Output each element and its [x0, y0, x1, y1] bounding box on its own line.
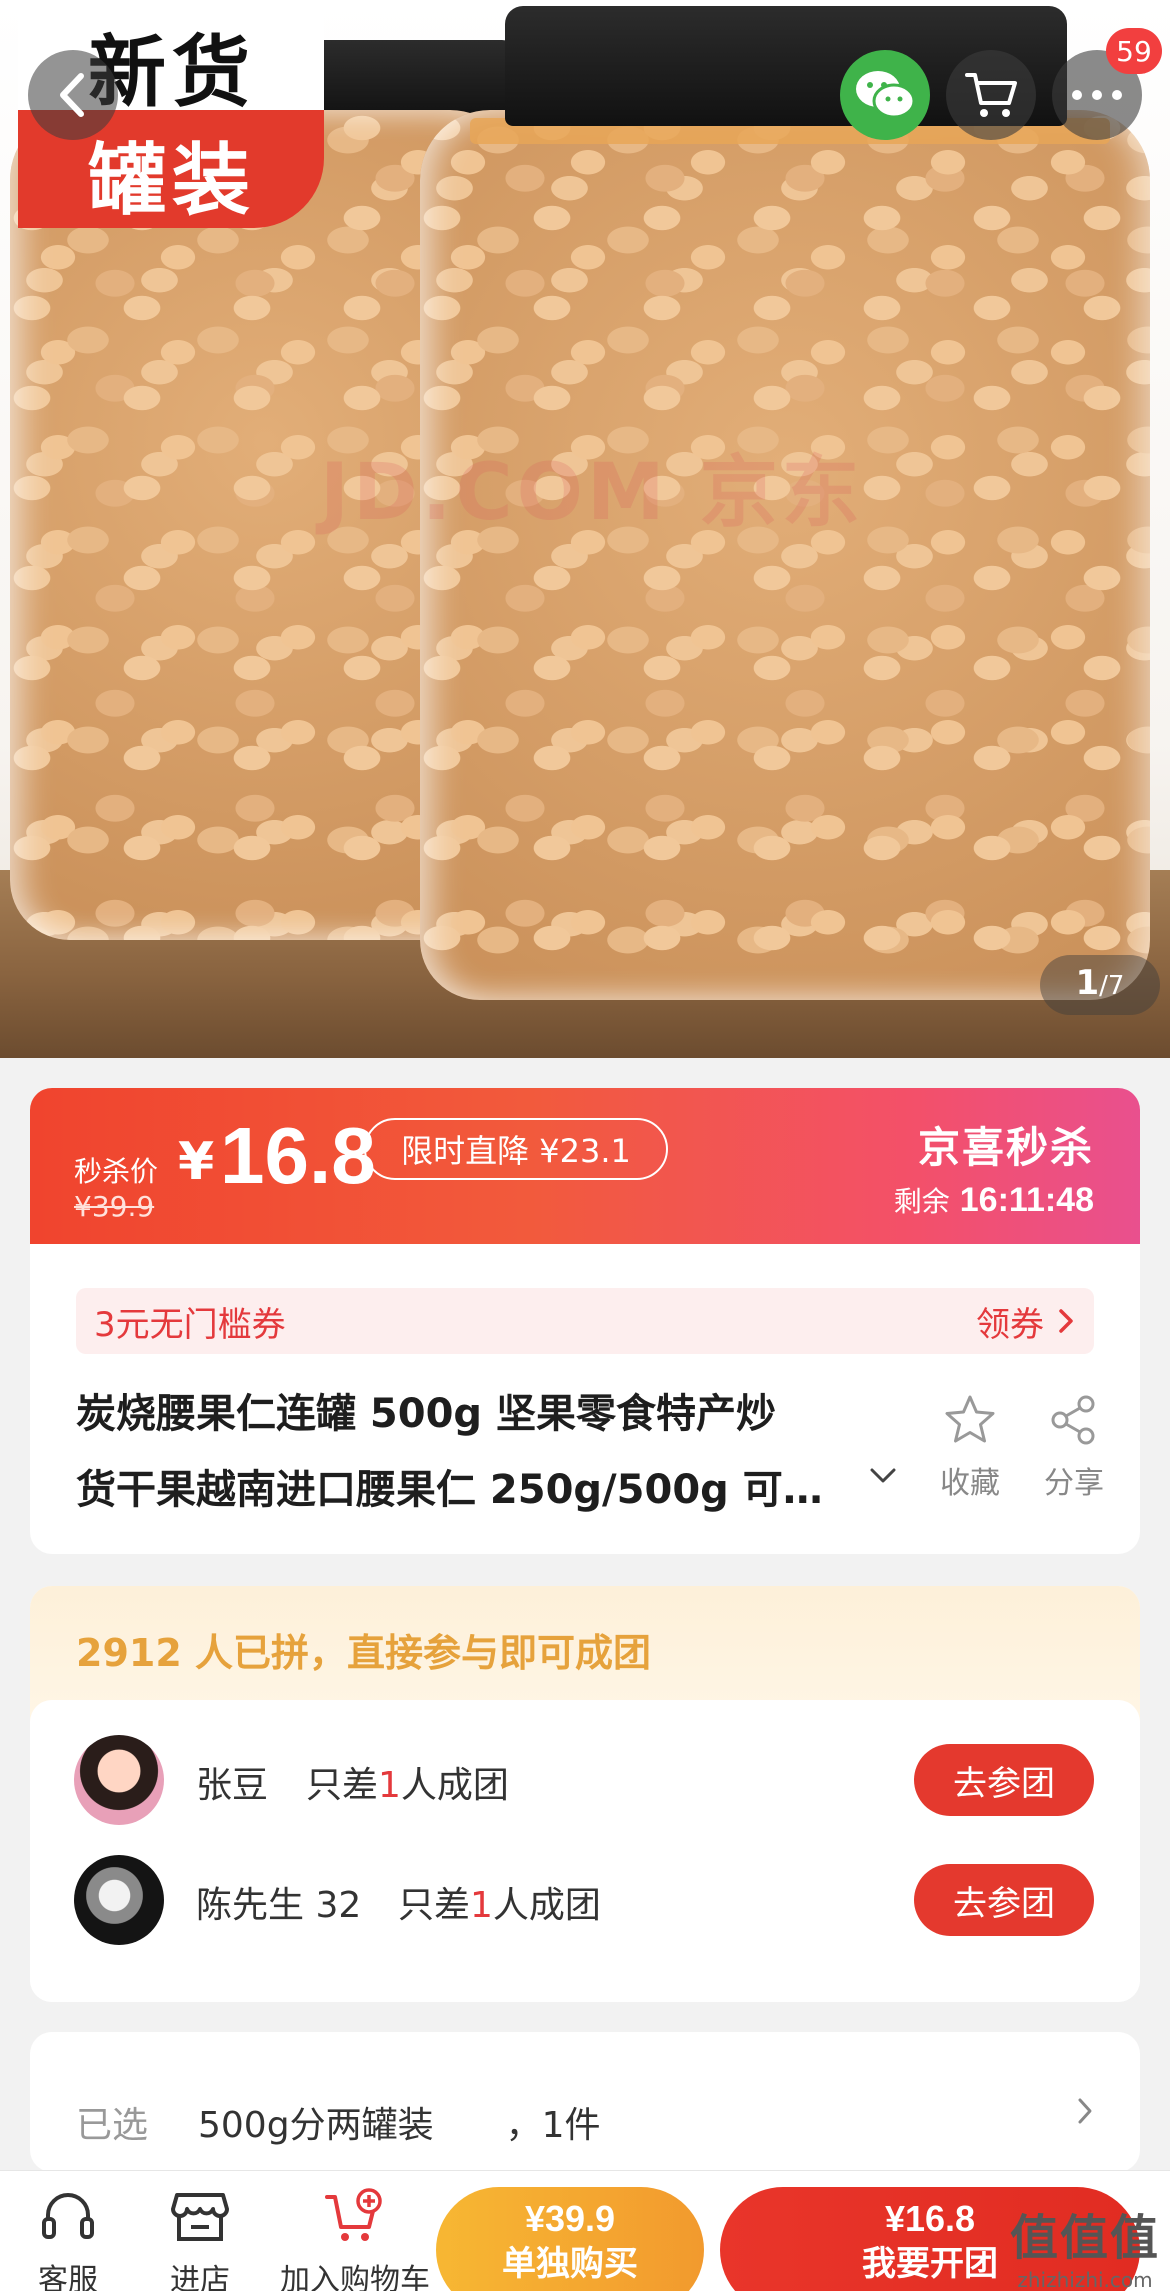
- product-title: 炭烧腰果仁连罐 500g 坚果零食特产炒 货干果越南进口腰果仁 250g/500…: [76, 1376, 926, 1528]
- member-name: 陈先生 32: [196, 1885, 362, 1926]
- start-group-label: 我要开团: [862, 2244, 998, 2284]
- favorite-button[interactable]: 收藏: [920, 1388, 1020, 1502]
- image-watermark: JD.COM 京东: [320, 448, 864, 538]
- need-suffix: 人成团: [492, 1885, 601, 1926]
- original-price: ¥39.9: [74, 1190, 155, 1223]
- expand-title-icon[interactable]: [868, 1466, 898, 1486]
- selected-label: 已选: [76, 2105, 149, 2146]
- start-group-price: ¥16.8: [884, 2198, 976, 2239]
- bottom-action-bar: 客服 进店 加入购物车 ¥39.9 单独购买 ¥16.8 我要开团: [0, 2170, 1170, 2291]
- group-buy-headline: 2912 人已拼，直接参与即可成团: [76, 1631, 651, 1675]
- coupon-bar[interactable]: 3元无门槛券 领券: [76, 1288, 1094, 1354]
- need-count: 1: [470, 1885, 493, 1926]
- price-drop-pill: 限时直降 ¥23.1: [364, 1118, 668, 1180]
- group-list: 张豆 只差1人成团 去参团 陈先生 32 只差1人成团 去参团: [30, 1700, 1140, 2002]
- image-total: /7: [1099, 971, 1125, 1001]
- avatar: [74, 1735, 164, 1825]
- cart-button[interactable]: [946, 50, 1036, 140]
- countdown-time: 16:11:48: [959, 1181, 1094, 1219]
- countdown-label: 剩余: [893, 1185, 950, 1218]
- flash-sale-brand: 京喜秒杀: [917, 1123, 1094, 1172]
- add-cart-icon: [325, 2188, 382, 2241]
- need-prefix: 只差: [398, 1885, 471, 1926]
- group-buy-card: 2912 人已拼，直接参与即可成团 张豆 只差1人成团 去参团 陈先生 32 只…: [30, 1586, 1140, 2002]
- avatar: [74, 1855, 164, 1945]
- more-icon: [1072, 90, 1122, 100]
- chevron-right-icon: [1078, 2098, 1092, 2124]
- customer-service-label: 客服: [38, 2263, 98, 2291]
- join-group-button[interactable]: 去参团: [914, 1744, 1094, 1816]
- promo-tag-line2: 罐装: [88, 136, 257, 226]
- star-icon: [945, 1395, 995, 1443]
- site-watermark: 值值值 zhizhizhi.com: [1010, 2198, 1160, 2291]
- chevron-left-icon: [60, 73, 84, 117]
- need-text: 只差1人成团: [398, 1876, 601, 1928]
- chevron-right-icon: [1059, 1309, 1073, 1333]
- countdown: 剩余 16:11:48: [894, 1180, 1094, 1220]
- favorite-label: 收藏: [940, 1466, 1000, 1501]
- need-text: 只差1人成团: [306, 1756, 509, 1808]
- selected-spec-row[interactable]: 已选 500g分两罐装 ，1件: [30, 2032, 1140, 2172]
- site-watermark-url: zhizhizhi.com: [1017, 2268, 1153, 2291]
- need-count: 1: [378, 1765, 401, 1806]
- product-image-gallery[interactable]: JD.COM 京东 新货 罐装 59 1 /7: [0, 0, 1170, 1058]
- cart-icon: [965, 73, 1017, 117]
- share-icon: [1051, 1395, 1095, 1445]
- member-name: 张豆: [196, 1765, 269, 1806]
- current-price: 16.8: [220, 1111, 376, 1200]
- wechat-share-button[interactable]: [840, 50, 930, 140]
- price-currency: ¥: [178, 1132, 215, 1192]
- headset-icon: [42, 2193, 94, 2239]
- need-suffix: 人成团: [400, 1765, 509, 1806]
- selected-value: 500g分两罐装 ，1件: [198, 2105, 601, 2146]
- share-button[interactable]: 分享: [1024, 1388, 1124, 1502]
- join-group-button[interactable]: 去参团: [914, 1864, 1094, 1936]
- customer-service-button[interactable]: 客服: [28, 2187, 108, 2291]
- buy-alone-label: 单独购买: [502, 2244, 638, 2284]
- claim-coupon-label: 领券: [976, 1304, 1044, 1345]
- need-prefix: 只差: [306, 1765, 379, 1806]
- share-label: 分享: [1044, 1466, 1104, 1501]
- store-label: 进店: [170, 2263, 230, 2291]
- cart-count-badge: 59: [1106, 28, 1162, 74]
- back-button[interactable]: [28, 50, 118, 140]
- product-title-line1: 炭烧腰果仁连罐 500g 坚果零食特产炒: [76, 1391, 776, 1437]
- buy-alone-button[interactable]: ¥39.9 单独购买: [436, 2187, 704, 2291]
- buy-alone-price: ¥39.9: [524, 2198, 616, 2239]
- store-button[interactable]: 进店: [160, 2187, 240, 2291]
- claim-coupon-button[interactable]: 领券: [976, 1297, 1074, 1346]
- wechat-icon: [856, 71, 916, 119]
- add-to-cart-button[interactable]: 加入购物车: [270, 2187, 440, 2291]
- group-member-row: 陈先生 32 只差1人成团 去参团: [30, 1850, 1140, 1950]
- price-card: 秒杀价 ¥ 16.8 ¥39.9 限时直降 ¥23.1 京喜秒杀 剩余 16:11…: [30, 1088, 1140, 1554]
- site-watermark-logo: 值值值: [1009, 2210, 1160, 2266]
- group-member-row: 张豆 只差1人成团 去参团: [30, 1730, 1140, 1830]
- flash-sale-banner: 秒杀价 ¥ 16.8 ¥39.9 限时直降 ¥23.1 京喜秒杀 剩余 16:11…: [30, 1088, 1140, 1244]
- jar-front: [420, 110, 1150, 1000]
- product-title-line2: 货干果越南进口腰果仁 250g/500g 可…: [76, 1467, 823, 1513]
- image-counter: 1 /7: [1040, 955, 1160, 1015]
- add-to-cart-label: 加入购物车: [280, 2263, 430, 2291]
- image-index: 1: [1075, 963, 1100, 1003]
- store-icon: [171, 2193, 229, 2241]
- price-label: 秒杀价: [74, 1155, 159, 1188]
- coupon-text: 3元无门槛券: [94, 1304, 286, 1345]
